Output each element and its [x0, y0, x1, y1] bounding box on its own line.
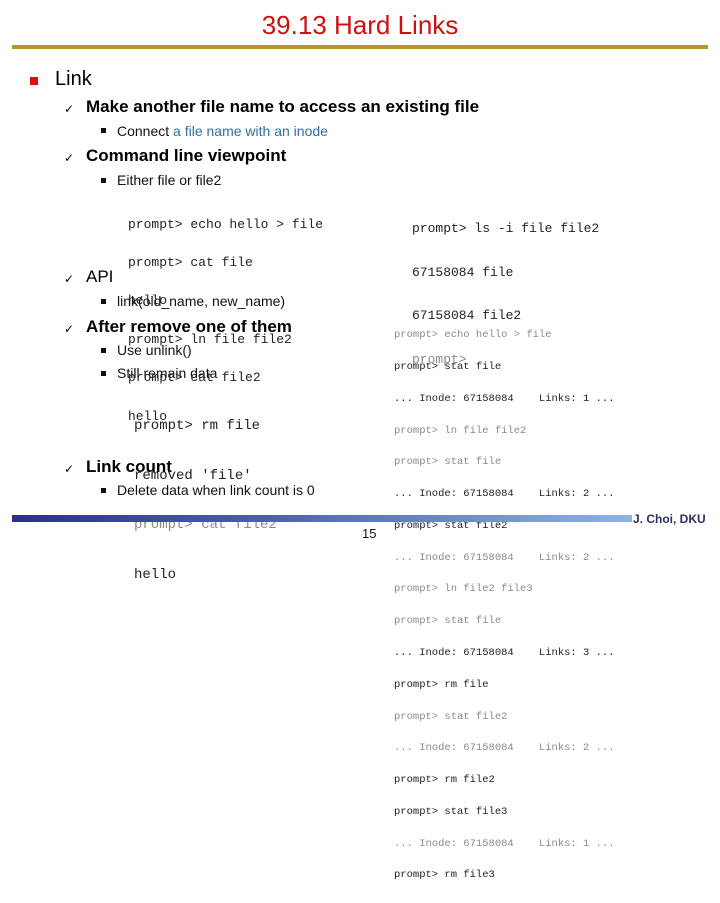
terminal-line: ... Inode: 67158084 Links: 1 ...	[394, 837, 615, 850]
sub-bullet-either-file: Either file or file2	[117, 172, 222, 188]
slide-title: 39.13 Hard Links	[261, 10, 459, 40]
terminal-line: hello	[128, 293, 168, 309]
square-bullet-icon	[101, 178, 106, 183]
terminal-line: prompt> rm file3	[394, 869, 495, 882]
square-bullet-icon	[30, 77, 38, 85]
square-bullet-icon	[101, 348, 106, 353]
terminal-link-count: prompt> echo hello > file prompt> stat f…	[394, 309, 615, 902]
footer-gradient-bar	[12, 515, 632, 522]
checkmark-icon: ✓	[64, 151, 75, 165]
sub-bullet-prefix: Connect	[117, 123, 174, 139]
author-credit: J. Choi, DKU	[633, 512, 706, 526]
terminal-line: prompt> stat file	[394, 456, 502, 469]
terminal-line: hello	[134, 566, 177, 583]
sub-bullet-accent: a file name with an inode	[173, 123, 328, 139]
terminal-line: ... Inode: 67158084 Links: 2 ...	[394, 551, 615, 564]
terminal-line: ... Inode: 67158084 Links: 2 ...	[394, 488, 615, 501]
bullet-command-line: Command line viewpoint	[86, 146, 287, 165]
terminal-line: prompt> ln file file2	[128, 331, 292, 347]
terminal-line: prompt> cat file2	[128, 370, 261, 386]
terminal-line: ... Inode: 67158084 Links: 3 ...	[394, 647, 615, 659]
terminal-line: 67158084 file	[412, 264, 514, 280]
page-number: 15	[362, 526, 377, 541]
terminal-line: prompt> cat file	[128, 254, 253, 270]
terminal-line: removed 'file'	[134, 467, 252, 484]
terminal-line: prompt> rm file2	[394, 774, 495, 787]
checkmark-icon: ✓	[64, 272, 75, 286]
terminal-line: prompt> echo hello > file	[128, 216, 324, 232]
square-bullet-icon	[101, 128, 106, 133]
terminal-line: prompt> rm file	[394, 678, 489, 691]
terminal-line: prompt> echo hello > file	[394, 329, 552, 342]
terminal-line: prompt> stat file2	[394, 710, 508, 723]
square-bullet-icon	[101, 488, 106, 493]
heading-link: Link	[55, 68, 92, 90]
title-divider	[12, 45, 708, 49]
bullet-make-another-name: Make another file name to access an exis…	[86, 97, 480, 116]
square-bullet-icon	[101, 299, 106, 304]
terminal-line: prompt> rm file	[134, 418, 261, 434]
terminal-line: prompt> stat file3	[394, 805, 508, 818]
checkmark-icon: ✓	[64, 102, 75, 116]
terminal-line: ... Inode: 67158084 Links: 1 ...	[394, 392, 615, 405]
terminal-line: prompt> ln file file2	[394, 424, 527, 437]
sub-bullet-connect: Connect a file name with an inode	[117, 123, 328, 139]
terminal-line: prompt> ls -i file file2	[412, 221, 600, 236]
square-bullet-icon	[101, 371, 106, 376]
terminal-line: ... Inode: 67158084 Links: 2 ...	[394, 742, 615, 755]
terminal-line: prompt> ln file2 file3	[394, 583, 533, 596]
terminal-line: prompt> stat file	[394, 360, 502, 373]
checkmark-icon: ✓	[64, 462, 75, 476]
terminal-line: prompt> stat file	[394, 615, 502, 628]
terminal-remove-file: prompt> rm file removed 'file' prompt> c…	[134, 385, 277, 616]
terminal-line: prompt> stat file2	[394, 519, 508, 532]
bullet-api: API	[86, 267, 114, 286]
checkmark-icon: ✓	[64, 322, 75, 336]
